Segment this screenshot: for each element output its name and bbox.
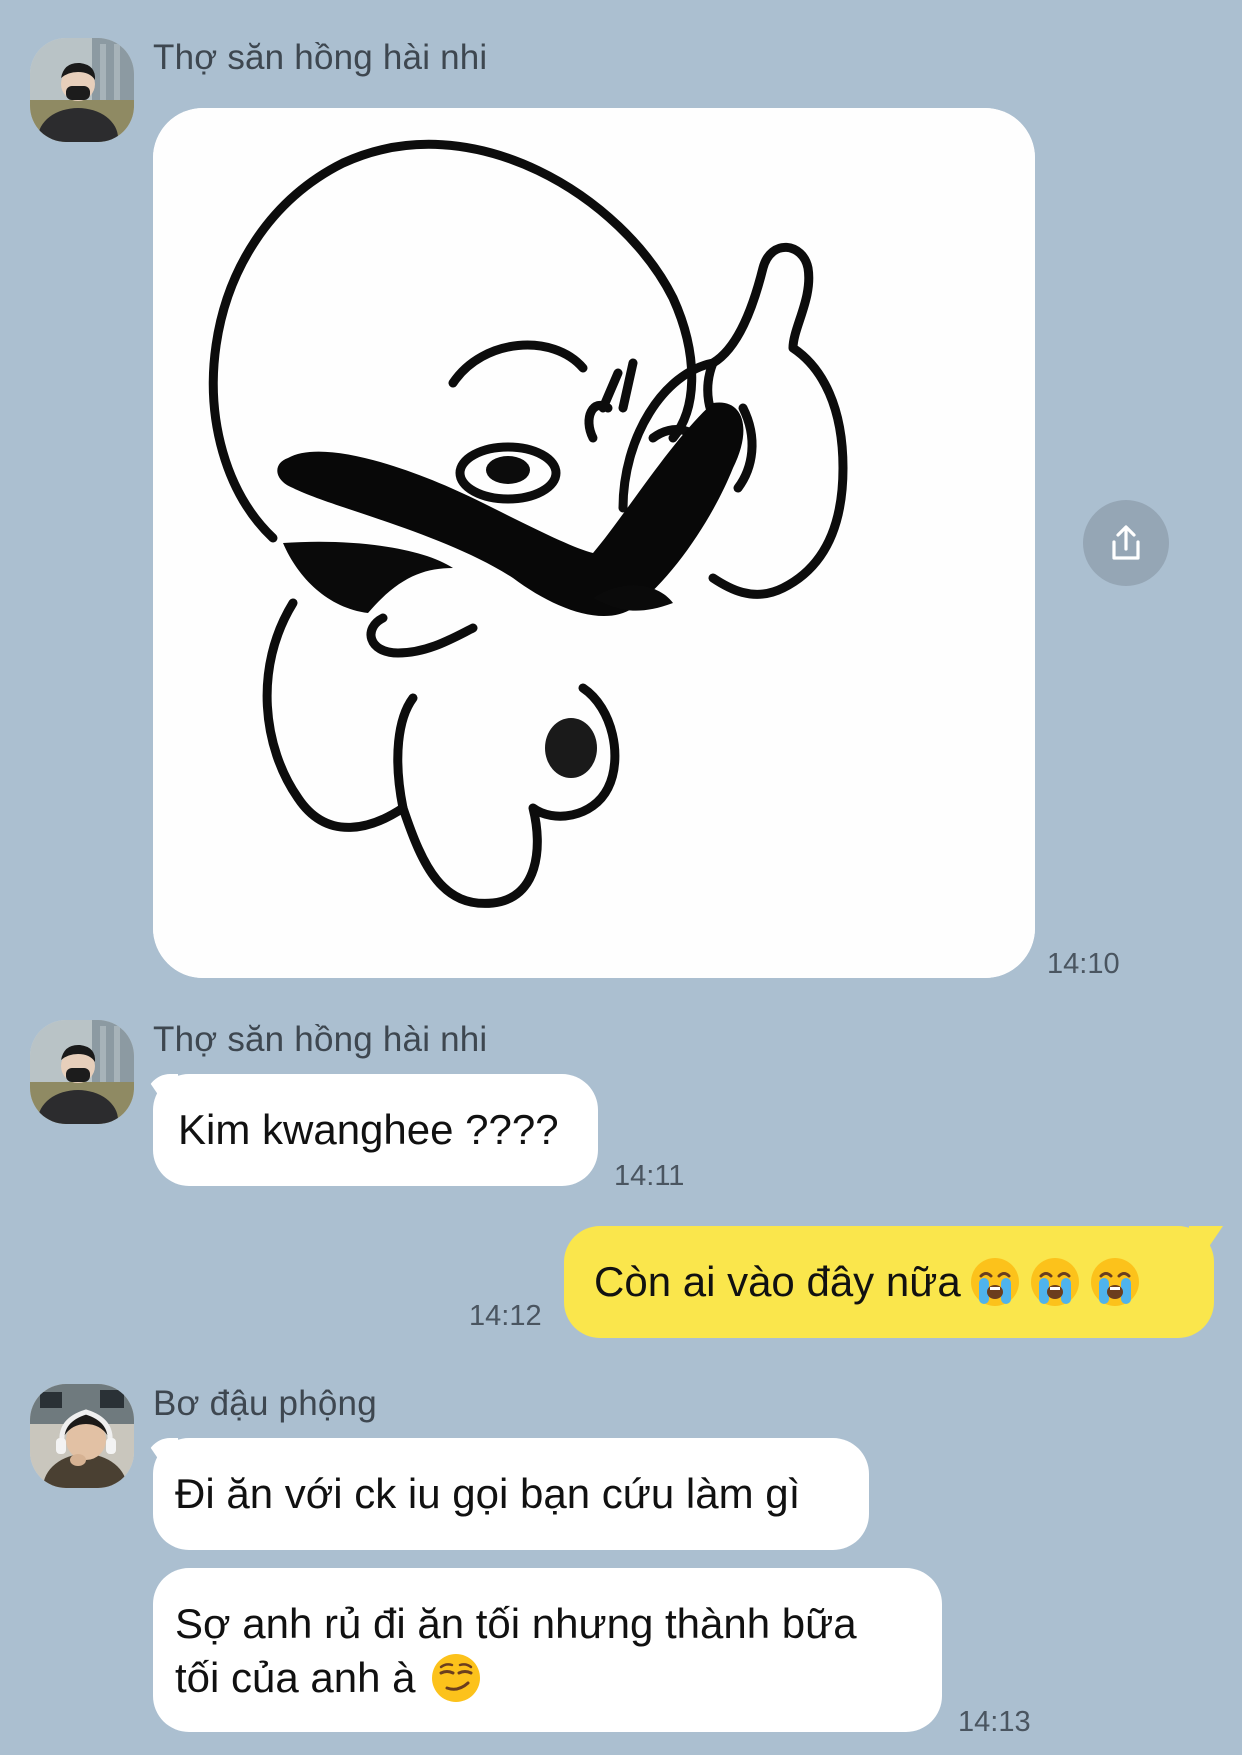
sticker-image[interactable] <box>153 108 1035 978</box>
sender-name: Thợ săn hồng hài nhi <box>153 1020 488 1059</box>
loudly-crying-face-emoji <box>969 1256 1021 1308</box>
message-time: 14:10 <box>1047 948 1120 980</box>
message-text: Còn ai vào đây nữa <box>594 1258 961 1305</box>
sender-avatar-bo-dau-phong[interactable] <box>30 1384 134 1488</box>
message-time: 14:11 <box>614 1160 685 1192</box>
message-time: 14:12 <box>469 1300 542 1332</box>
message-bubble[interactable]: Sợ anh rủ đi ăn tối nhưng thành bữa tối … <box>153 1568 942 1732</box>
share-button[interactable] <box>1083 500 1169 586</box>
message-text: Đi ăn với ck iu gọi bạn cứu làm gì <box>175 1470 801 1517</box>
sender-avatar-tho-san[interactable] <box>30 38 134 142</box>
sender-name: Thợ săn hồng hài nhi <box>153 38 488 77</box>
sender-avatar-tho-san[interactable] <box>30 1020 134 1124</box>
sender-name: Bơ đậu phộng <box>153 1384 377 1423</box>
my-message-bubble[interactable]: Còn ai vào đây nữa <box>564 1226 1214 1338</box>
smirking-face-emoji <box>430 1652 482 1704</box>
message-text: Kim kwanghee ???? <box>178 1106 559 1153</box>
message-bubble[interactable]: Kim kwanghee ???? <box>153 1074 598 1186</box>
message-text: Sợ anh rủ đi ăn tối nhưng thành bữa <box>175 1600 857 1647</box>
message-time: 14:13 <box>958 1706 1031 1738</box>
loudly-crying-face-emoji <box>1029 1256 1081 1308</box>
loudly-crying-face-emoji <box>1089 1256 1141 1308</box>
share-icon <box>1112 525 1140 560</box>
message-text: tối của anh à <box>175 1654 416 1701</box>
message-bubble[interactable]: Đi ăn với ck iu gọi bạn cứu làm gì <box>153 1438 869 1550</box>
